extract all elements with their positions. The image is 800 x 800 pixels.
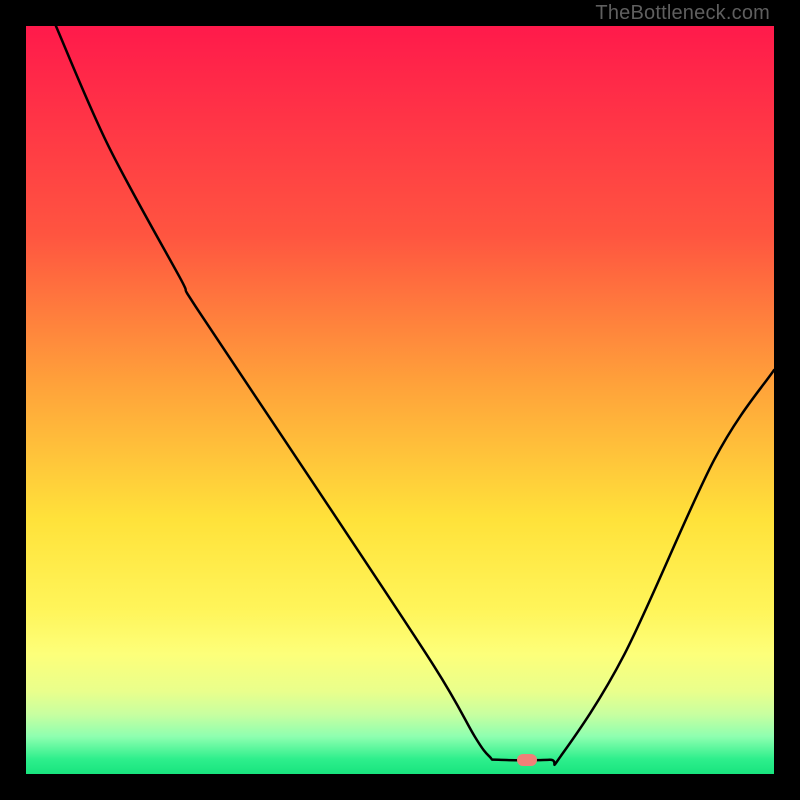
chart-plot-area: [26, 26, 774, 774]
watermark: TheBottleneck.com: [595, 2, 770, 25]
chart-curve-layer: [26, 26, 774, 774]
bottleneck-curve-path: [56, 26, 774, 765]
optimal-point-marker: [517, 754, 537, 766]
